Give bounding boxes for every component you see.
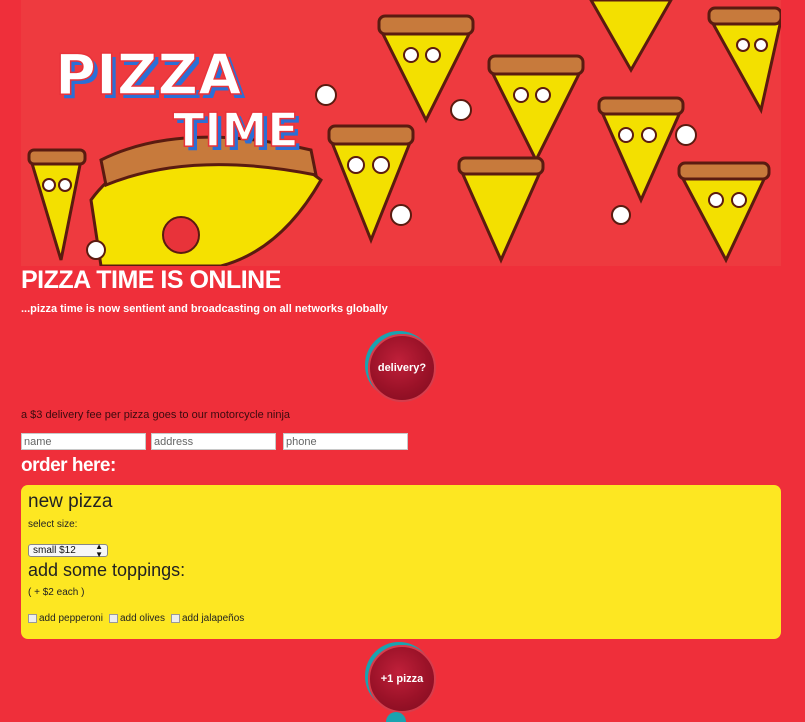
pizza-card: new pizza select size: small $12 ▲ ▼ add …	[21, 485, 781, 639]
toppings-title: add some toppings:	[28, 560, 186, 580]
checkbox-olives[interactable]	[108, 614, 118, 623]
order-heading: order here:	[21, 455, 116, 476]
phone-field[interactable]	[283, 433, 408, 450]
size-selected-value: small $12	[33, 545, 76, 556]
svg-text:PIZZA: PIZZA	[55, 43, 242, 108]
topping-pepperoni[interactable]: add pepperoni	[28, 613, 103, 624]
pizza-card-title: new pizza	[28, 491, 113, 512]
checkbox-pepperoni[interactable]	[28, 614, 37, 623]
delivery-fee-note: a $3 delivery fee per pizza goes to our …	[21, 409, 291, 421]
next-button-edge	[386, 712, 406, 722]
select-arrows-icon: ▲ ▼	[95, 541, 103, 559]
add-pizza-button[interactable]: +1 pizza	[368, 645, 436, 713]
pizza-banner-illustration: PIZZA PIZZA TIME TIME	[21, 0, 781, 266]
name-field[interactable]	[21, 433, 146, 450]
delivery-button[interactable]: delivery?	[368, 334, 436, 402]
size-label: select size:	[28, 519, 78, 530]
address-field[interactable]	[151, 433, 276, 450]
page-title: PIZZA TIME IS ONLINE	[21, 266, 281, 294]
svg-text:TIME: TIME	[173, 103, 299, 157]
banner-image: PIZZA PIZZA TIME TIME	[21, 0, 781, 266]
page-subtitle: ...pizza time is now sentient and broadc…	[21, 303, 388, 315]
size-select[interactable]: small $12 ▲ ▼	[28, 541, 108, 559]
toppings-price-note: ( + $2 each )	[28, 587, 85, 598]
topping-olives[interactable]: add olives	[108, 613, 165, 624]
checkbox-jalapenos[interactable]	[170, 614, 180, 623]
topping-jalapenos[interactable]: add jalapeños	[170, 613, 244, 624]
toppings-list: add pepperoni add olives add jalapeños	[28, 613, 247, 624]
